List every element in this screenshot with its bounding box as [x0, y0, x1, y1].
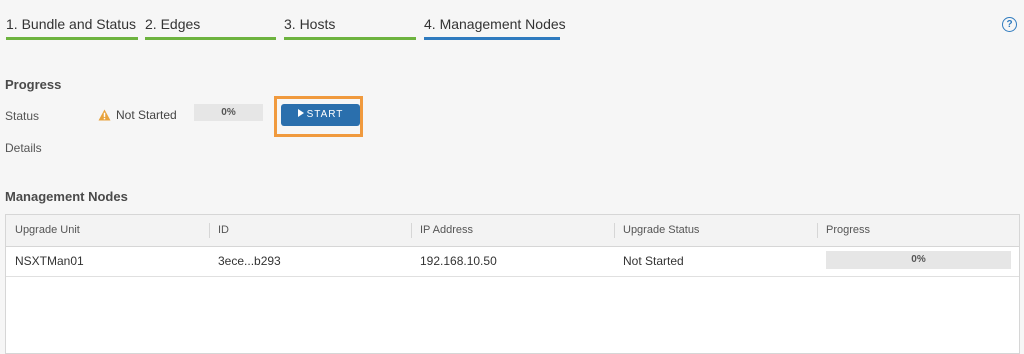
step-complete-bar — [284, 37, 416, 40]
step-hosts[interactable]: 3. Hosts — [284, 0, 416, 42]
table-row[interactable]: NSXTMan01 3ece...b293 192.168.10.50 Not … — [6, 246, 1019, 277]
column-header-ip-address[interactable]: IP Address — [420, 215, 473, 246]
column-header-id[interactable]: ID — [218, 215, 229, 246]
column-separator[interactable] — [817, 223, 818, 238]
cell-upgrade-status: Not Started — [623, 254, 684, 268]
management-nodes-title: Management Nodes — [5, 189, 128, 204]
column-separator[interactable] — [614, 223, 615, 238]
status-label: Status — [5, 109, 40, 123]
cell-ip-address: 192.168.10.50 — [420, 254, 497, 268]
upgrade-steps: 1. Bundle and Status 2. Edges 3. Hosts 4… — [6, 0, 566, 42]
start-label: START — [306, 109, 344, 120]
column-separator[interactable] — [411, 223, 412, 238]
step-bundle-and-status[interactable]: 1. Bundle and Status — [6, 0, 138, 42]
grid-header: Upgrade Unit ID IP Address Upgrade Statu… — [6, 215, 1019, 247]
start-button[interactable]: START — [281, 104, 360, 126]
row-progress-bar: 0% — [826, 251, 1011, 269]
overall-progress-bar: 0% — [194, 104, 263, 121]
step-label: 4. Management Nodes — [424, 16, 566, 32]
cell-id: 3ece...b293 — [218, 254, 281, 268]
column-header-upgrade-unit[interactable]: Upgrade Unit — [15, 215, 80, 246]
step-management-nodes[interactable]: 4. Management Nodes — [424, 0, 566, 42]
play-icon — [297, 109, 304, 117]
column-header-progress[interactable]: Progress — [826, 215, 870, 246]
step-complete-bar — [145, 37, 276, 40]
help-icon[interactable]: ? — [1002, 17, 1017, 32]
details-label: Details — [5, 141, 42, 155]
progress-percent: 0% — [221, 107, 236, 118]
step-label: 3. Hosts — [284, 16, 336, 32]
column-separator[interactable] — [209, 223, 210, 238]
management-nodes-grid: Upgrade Unit ID IP Address Upgrade Statu… — [5, 214, 1020, 354]
column-header-upgrade-status[interactable]: Upgrade Status — [623, 215, 699, 246]
step-label: 1. Bundle and Status — [6, 16, 136, 32]
progress-percent: 0% — [911, 254, 926, 265]
cell-upgrade-unit: NSXTMan01 — [15, 254, 84, 268]
status-text: Not Started — [116, 108, 177, 122]
step-active-bar — [424, 37, 560, 40]
step-edges[interactable]: 2. Edges — [145, 0, 276, 42]
warning-icon — [98, 109, 111, 121]
progress-title: Progress — [5, 77, 62, 92]
step-label: 2. Edges — [145, 16, 201, 32]
step-complete-bar — [6, 37, 138, 40]
